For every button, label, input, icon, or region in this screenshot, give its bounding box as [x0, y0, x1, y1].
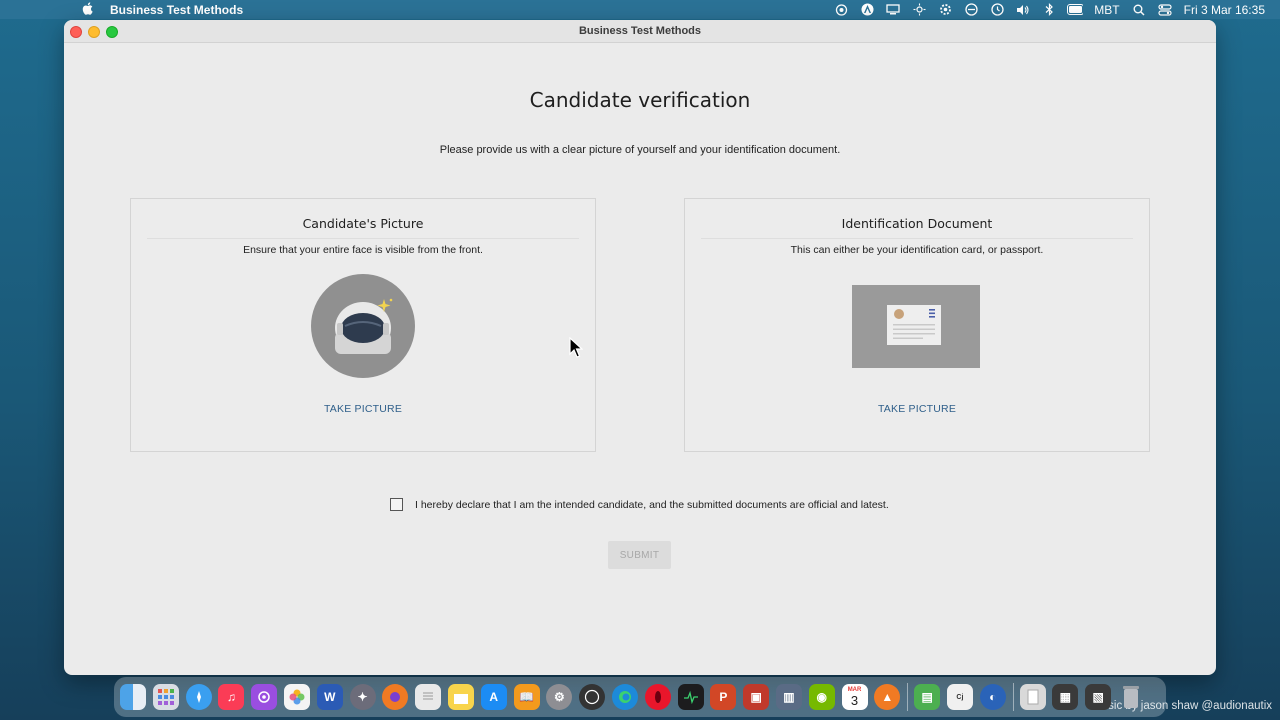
music-icon[interactable]: ♫: [218, 684, 245, 710]
spreeder-icon[interactable]: ▤: [914, 684, 941, 710]
safari-icon[interactable]: [185, 684, 212, 710]
calendar-icon[interactable]: MAR 3: [841, 684, 868, 710]
spotlight-search-icon[interactable]: [1131, 4, 1147, 16]
word-icon[interactable]: W: [316, 684, 343, 710]
system-preferences-icon[interactable]: ⚙: [546, 684, 573, 710]
document-icon[interactable]: [1019, 684, 1046, 710]
launchpad-icon[interactable]: [152, 684, 179, 710]
settings-gear-icon[interactable]: [937, 4, 953, 16]
card-description: Ensure that your entire face is visible …: [243, 244, 483, 256]
submit-button[interactable]: SUBMIT: [608, 541, 671, 569]
card-description: This can either be your identification c…: [790, 244, 1044, 256]
photos-icon[interactable]: [283, 684, 310, 710]
dock-app-icon[interactable]: ▧: [1085, 684, 1112, 710]
app-store-icon[interactable]: A: [480, 684, 507, 710]
take-picture-document-button[interactable]: TAKE PICTURE: [685, 403, 1149, 415]
powerpoint-icon[interactable]: P: [710, 684, 737, 710]
conjugation-icon[interactable]: Cj: [946, 684, 973, 710]
declaration-checkbox[interactable]: [390, 498, 403, 511]
declaration-row: I hereby declare that I am the intended …: [390, 498, 889, 511]
page-subtitle: Please provide us with a clear picture o…: [439, 144, 841, 156]
keyboard-layout[interactable]: MBT: [1094, 3, 1119, 17]
creative-cloud-icon[interactable]: [833, 3, 849, 16]
declaration-label[interactable]: I hereby declare that I am the intended …: [415, 499, 889, 511]
dock-separator: [1012, 683, 1014, 711]
textedit-icon[interactable]: [415, 684, 442, 710]
dock-separator: [907, 683, 909, 711]
page-title: Candidate verification: [529, 88, 751, 112]
dock-app-icon[interactable]: ▣: [743, 684, 770, 710]
battery-icon[interactable]: [1067, 4, 1084, 16]
books-icon[interactable]: 📖: [513, 684, 540, 710]
card-divider: [701, 238, 1133, 239]
podcasts-icon[interactable]: [251, 684, 278, 710]
apple-menu-icon[interactable]: [78, 1, 96, 18]
notes-icon[interactable]: [447, 684, 474, 710]
obs-icon[interactable]: [579, 684, 606, 710]
dock-app-icon[interactable]: ▲: [874, 684, 901, 710]
astronaut-avatar-icon: [311, 274, 415, 378]
nvidia-icon[interactable]: ◉: [808, 684, 835, 710]
close-window-button[interactable]: [70, 26, 82, 38]
bluetooth-icon[interactable]: [1041, 3, 1057, 16]
identification-document-card: Identification Document This can either …: [684, 198, 1150, 452]
dock-app-icon[interactable]: ▥: [775, 684, 802, 710]
fullscreen-window-button[interactable]: [106, 26, 118, 38]
finder-icon[interactable]: [120, 684, 146, 710]
clock[interactable]: Fri 3 Mar 16:35: [1184, 3, 1265, 17]
window-titlebar[interactable]: Business Test Methods: [64, 20, 1216, 43]
app-indicator-icon[interactable]: [859, 3, 875, 16]
menu-app-name[interactable]: Business Test Methods: [110, 3, 243, 17]
menu-bar: Business Test Methods MBT Fri 3 Mar 16:3…: [0, 0, 1280, 19]
edge-icon[interactable]: [611, 684, 638, 710]
id-card-icon: [852, 285, 980, 368]
activity-monitor-icon[interactable]: [677, 684, 704, 710]
dictionary-icon[interactable]: ◐: [979, 684, 1006, 710]
volume-icon[interactable]: [1015, 4, 1031, 16]
calendar-day: 3: [850, 693, 859, 708]
take-picture-candidate-button[interactable]: TAKE PICTURE: [131, 403, 595, 415]
do-not-disturb-icon[interactable]: [963, 3, 979, 16]
window-title: Business Test Methods: [578, 25, 702, 37]
dock-app-icon[interactable]: ✦: [349, 684, 376, 710]
candidate-picture-card: Candidate's Picture Ensure that your ent…: [130, 198, 596, 452]
mouse-pointer-icon: [569, 336, 584, 364]
card-divider: [147, 238, 579, 239]
dock: ♫ W ✦ A 📖 ⚙ P ▣ ▥ ◉ MAR 3 ▲ ▤ Cj ◐ ▦ ▧: [114, 677, 1166, 717]
traffic-lights: [70, 26, 124, 38]
app-window: Business Test Methods Candidate verifica…: [64, 20, 1216, 675]
minimize-window-button[interactable]: [88, 26, 100, 38]
card-title: Candidate's Picture: [302, 216, 424, 231]
trash-icon[interactable]: [1118, 684, 1144, 710]
time-machine-icon[interactable]: [989, 3, 1005, 16]
brightness-icon[interactable]: [911, 3, 927, 16]
firefox-icon[interactable]: [382, 684, 409, 710]
status-area: MBT Fri 3 Mar 16:35: [828, 0, 1280, 19]
verification-page: Candidate verification Please provide us…: [64, 43, 1216, 675]
control-center-icon[interactable]: [1157, 3, 1173, 16]
dock-app-icon[interactable]: ▦: [1052, 684, 1079, 710]
card-title: Identification Document: [841, 216, 993, 231]
display-icon[interactable]: [885, 4, 901, 16]
opera-icon[interactable]: [644, 684, 671, 710]
